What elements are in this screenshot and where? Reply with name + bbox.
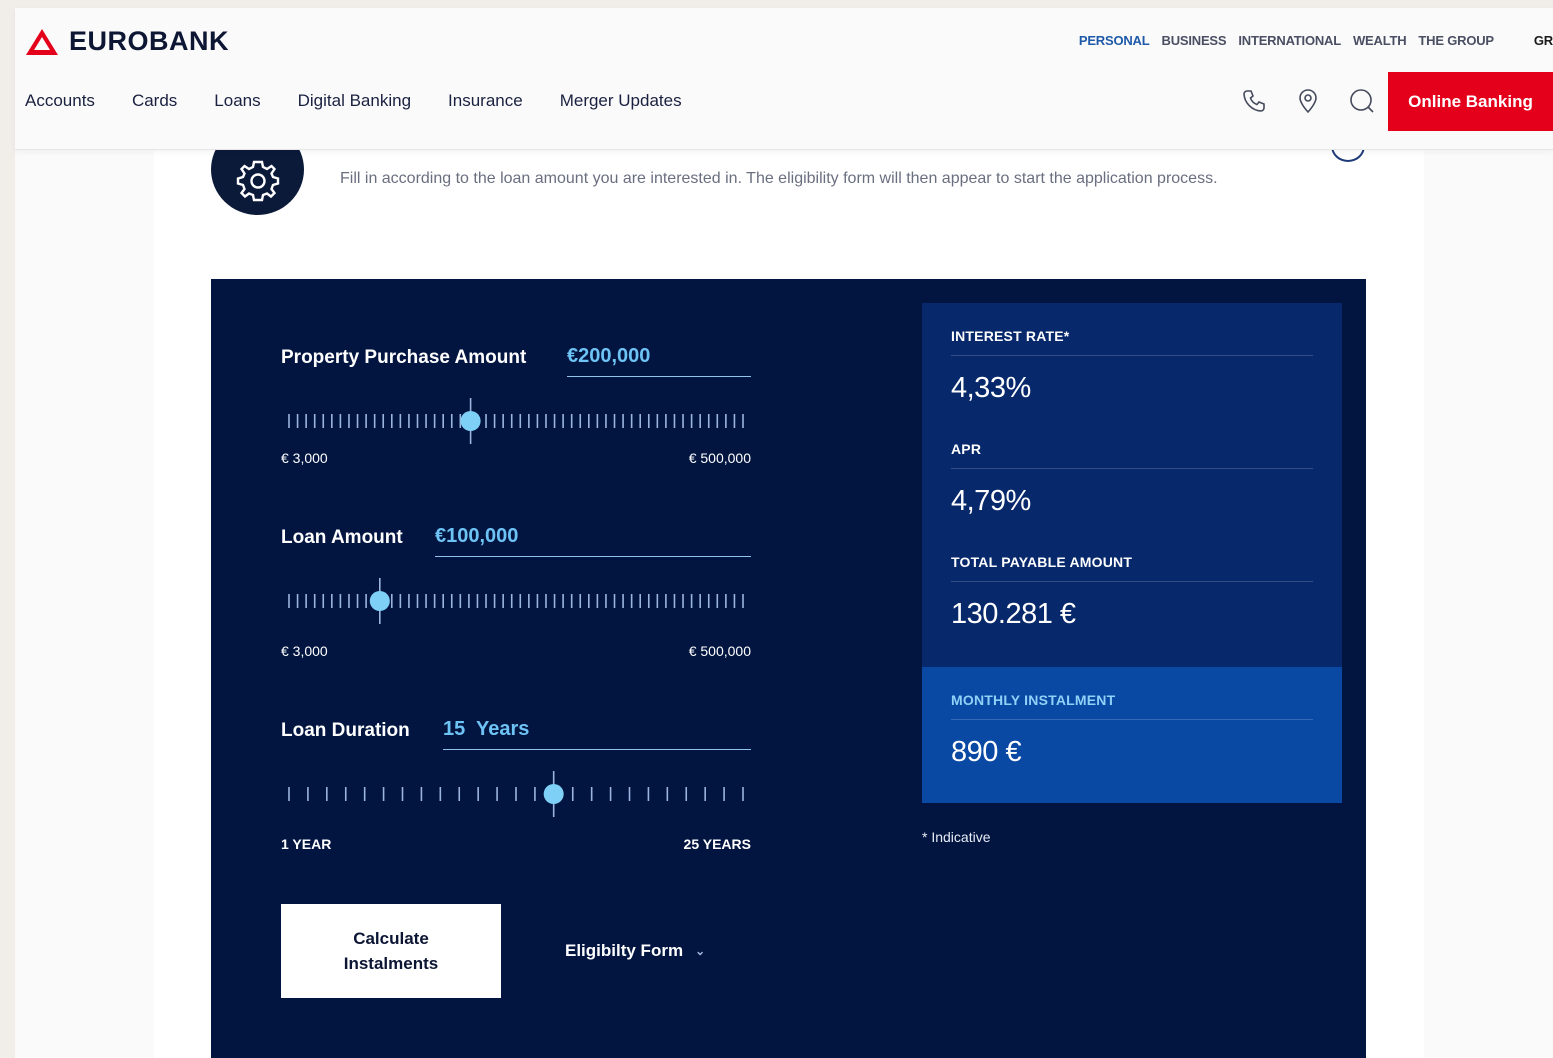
results-panel: INTEREST RATE* 4,33% APR 4,79% TOTAL PAY… bbox=[922, 303, 1342, 803]
loan-amount-slider[interactable] bbox=[281, 578, 751, 624]
brand-name: EUROBANK bbox=[69, 26, 230, 56]
eurobank-logo-icon bbox=[26, 28, 58, 55]
nav-merger-updates[interactable]: Merger Updates bbox=[560, 91, 682, 111]
interest-rate-row: INTEREST RATE* 4,33% bbox=[951, 328, 1313, 405]
results-summary: INTEREST RATE* 4,33% APR 4,79% TOTAL PAY… bbox=[922, 303, 1342, 667]
loan-duration-field: Loan Duration 15 Years bbox=[281, 718, 751, 750]
property-min: € 3,000 bbox=[281, 450, 328, 466]
total-payable-label: TOTAL PAYABLE AMOUNT bbox=[951, 554, 1313, 582]
nav-digital-banking[interactable]: Digital Banking bbox=[298, 91, 411, 111]
gear-icon bbox=[236, 160, 279, 201]
property-amount-label: Property Purchase Amount bbox=[281, 347, 527, 368]
loan-calculator: Property Purchase Amount €200,000 € 3,00… bbox=[211, 279, 1366, 1058]
duration-slider-track bbox=[288, 771, 744, 817]
nav-insurance[interactable]: Insurance bbox=[448, 91, 523, 111]
interest-rate-label: INTEREST RATE* bbox=[951, 328, 1313, 356]
slider-thumb[interactable] bbox=[460, 411, 481, 431]
property-slider-track bbox=[288, 398, 744, 444]
monthly-instalment-label: MONTHLY INSTALMENT bbox=[951, 692, 1313, 720]
loan-max: € 500,000 bbox=[688, 643, 751, 659]
segment-wealth[interactable]: WEALTH bbox=[1353, 33, 1407, 48]
property-amount-slider[interactable] bbox=[281, 398, 751, 444]
duration-max: 25 YEARS bbox=[683, 836, 751, 852]
interest-rate-value: 4,33% bbox=[951, 372, 1031, 404]
loan-amount-input[interactable]: €100,000 bbox=[435, 523, 751, 557]
nav-cards[interactable]: Cards bbox=[132, 91, 177, 111]
slider-thumb[interactable] bbox=[543, 784, 564, 804]
loan-min: € 3,000 bbox=[281, 643, 328, 659]
header-icons bbox=[1241, 88, 1375, 114]
apr-value: 4,79% bbox=[951, 485, 1031, 517]
total-payable-value: 130.281 € bbox=[951, 598, 1076, 630]
monthly-instalment-value: 890 € bbox=[951, 736, 1022, 768]
search-icon[interactable] bbox=[1349, 88, 1375, 114]
segment-personal[interactable]: PERSONAL bbox=[1079, 33, 1150, 48]
site-header: EUROBANK PERSONAL BUSINESS INTERNATIONAL… bbox=[15, 8, 1553, 150]
property-amount-input[interactable]: €200,000 bbox=[567, 343, 751, 377]
nav-loans[interactable]: Loans bbox=[214, 91, 260, 111]
eligibility-label: Eligibilty Form bbox=[565, 941, 684, 960]
nav-accounts[interactable]: Accounts bbox=[25, 91, 95, 111]
loan-duration-range: 1 YEAR 25 YEARS bbox=[281, 836, 751, 852]
segment-international[interactable]: INTERNATIONAL bbox=[1238, 33, 1341, 48]
calculate-label: Calculate Instalments bbox=[343, 929, 439, 973]
segment-the-group[interactable]: THE GROUP bbox=[1418, 33, 1494, 48]
total-payable-row: TOTAL PAYABLE AMOUNT 130.281 € bbox=[951, 554, 1313, 631]
apr-row: APR 4,79% bbox=[951, 441, 1313, 518]
online-banking-button[interactable]: Online Banking bbox=[1388, 72, 1553, 131]
loan-amount-label: Loan Amount bbox=[281, 527, 403, 548]
phone-icon[interactable] bbox=[1241, 88, 1267, 114]
segment-nav: PERSONAL BUSINESS INTERNATIONAL WEALTH T… bbox=[1079, 33, 1553, 48]
brand-logo[interactable]: EUROBANK bbox=[25, 26, 229, 57]
eligibility-form-toggle[interactable]: Eligibilty Form ⌄ bbox=[565, 941, 705, 961]
property-amount-field: Property Purchase Amount €200,000 bbox=[281, 345, 751, 377]
segment-business[interactable]: BUSINESS bbox=[1162, 33, 1227, 48]
loan-duration-slider[interactable] bbox=[281, 771, 751, 817]
loan-slider-track bbox=[288, 578, 744, 624]
property-amount-range: € 3,000 € 500,000 bbox=[281, 450, 751, 466]
chevron-down-icon: ⌄ bbox=[695, 944, 706, 958]
loan-duration-input[interactable]: 15 Years bbox=[443, 716, 751, 750]
monthly-instalment-box: MONTHLY INSTALMENT 890 € bbox=[922, 667, 1342, 803]
location-pin-icon[interactable] bbox=[1295, 88, 1321, 114]
loan-amount-range: € 3,000 € 500,000 bbox=[281, 643, 751, 659]
apr-label: APR bbox=[951, 441, 1313, 469]
loan-duration-label: Loan Duration bbox=[281, 720, 410, 741]
monthly-instalment-row: MONTHLY INSTALMENT 890 € bbox=[951, 692, 1313, 769]
loan-amount-field: Loan Amount €100,000 bbox=[281, 525, 751, 557]
main-nav: Accounts Cards Loans Digital Banking Ins… bbox=[25, 91, 682, 111]
language-switch[interactable]: GR bbox=[1534, 33, 1553, 48]
slider-thumb[interactable] bbox=[369, 591, 390, 611]
calculate-instalments-button[interactable]: Calculate Instalments bbox=[281, 904, 501, 998]
step-description: Fill in according to the loan amount you… bbox=[340, 170, 1218, 187]
indicative-note: * Indicative bbox=[922, 829, 991, 845]
property-max: € 500,000 bbox=[688, 450, 751, 466]
duration-min: 1 YEAR bbox=[281, 836, 332, 852]
